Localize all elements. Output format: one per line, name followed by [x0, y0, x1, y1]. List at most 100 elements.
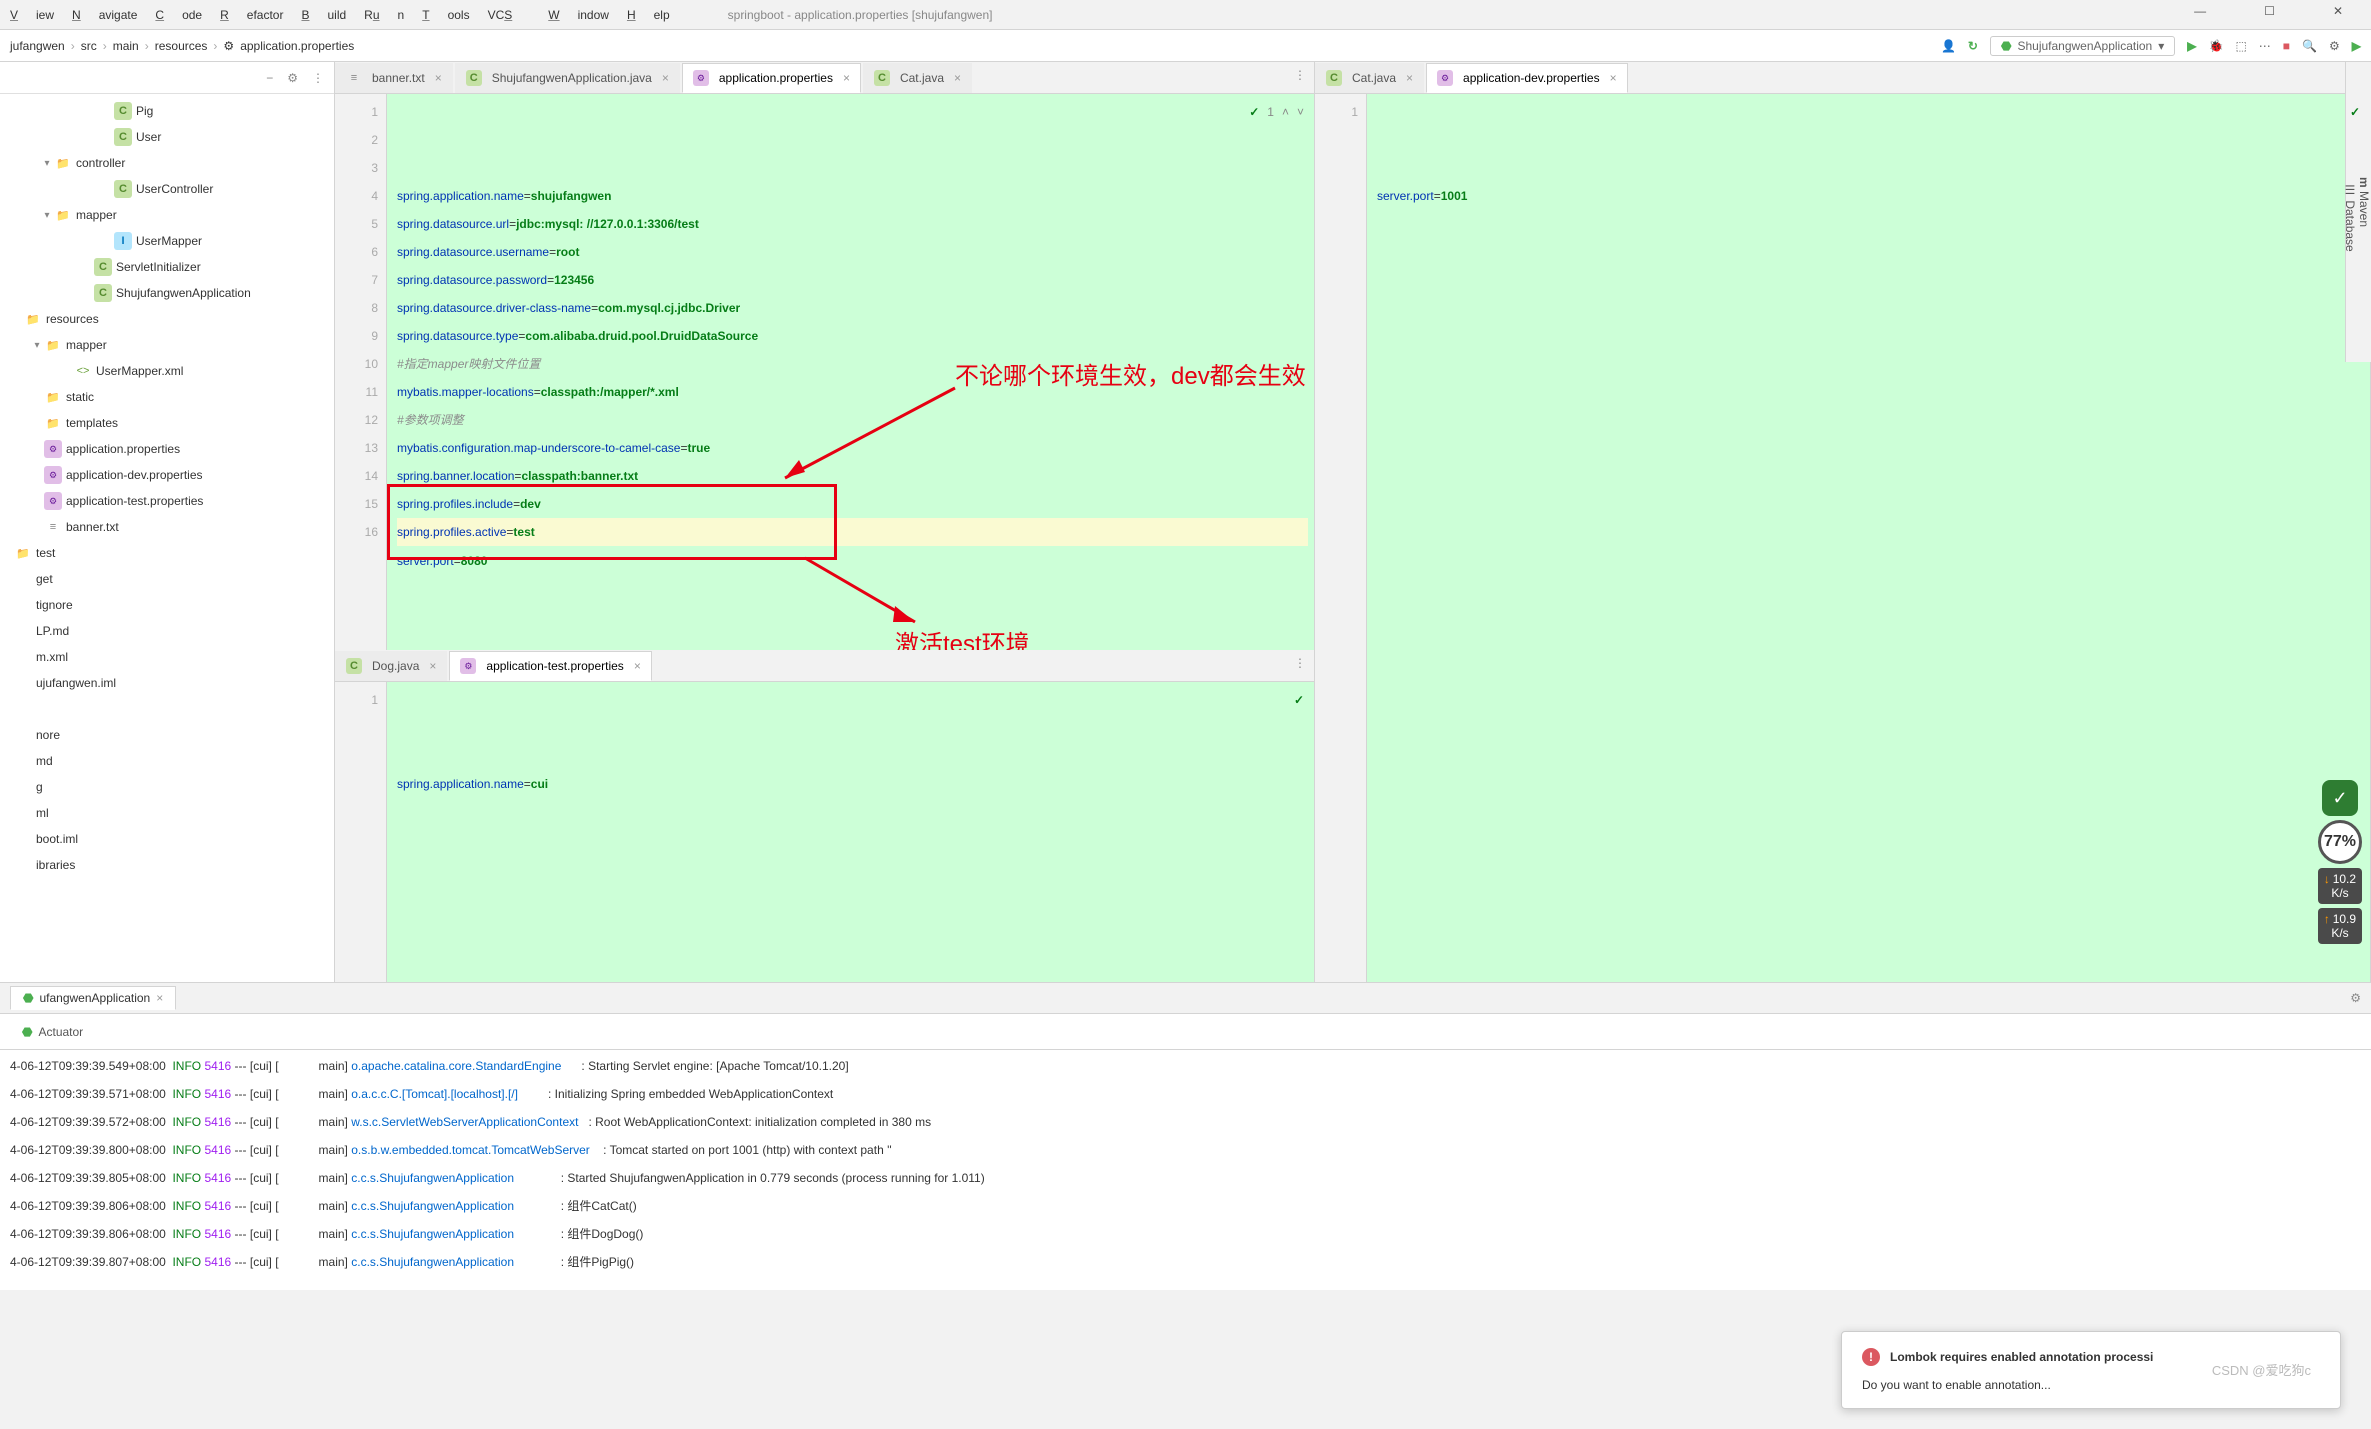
editor-tab[interactable]: ≡banner.txt×: [335, 63, 453, 93]
console-output[interactable]: 4-06-12T09:39:39.549+08:00 INFO 5416 ---…: [0, 1050, 2371, 1290]
side-performance-widget: ✓ 77% ↓ 10.2K/s ↑ 10.9K/s: [2315, 780, 2365, 944]
tree-item[interactable]: LP.md: [0, 618, 334, 644]
menu-navigate[interactable]: Navigate: [72, 8, 137, 22]
menu-tools[interactable]: Tools: [422, 8, 469, 22]
tree-item[interactable]: CServletInitializer: [0, 254, 334, 280]
tree-item[interactable]: [0, 696, 334, 722]
menubar: View Navigate Code Refactor Build Run To…: [0, 0, 2371, 30]
tree-item[interactable]: 📁resources: [0, 306, 334, 332]
tree-item[interactable]: nore: [0, 722, 334, 748]
menu-window[interactable]: Window: [548, 8, 609, 22]
editor-tabs-bottom-left: CDog.java×⚙application-test.properties× ⋮: [335, 650, 1314, 682]
actuator-tab[interactable]: ⬣ Actuator: [10, 1021, 95, 1043]
tree-item[interactable]: IUserMapper: [0, 228, 334, 254]
tree-item[interactable]: ▾📁controller: [0, 150, 334, 176]
tree-item[interactable]: ⚙application-dev.properties: [0, 462, 334, 488]
code-editor-main[interactable]: ✓ 1 ˄ ˅ spring.application.name=shujufan…: [387, 94, 1314, 650]
editor-tab[interactable]: ⚙application-dev.properties×: [1426, 63, 1628, 93]
code-gutter[interactable]: 1: [335, 682, 387, 982]
prev-problem-icon[interactable]: ˄: [1282, 98, 1289, 126]
tree-item[interactable]: CPig: [0, 98, 334, 124]
tree-item[interactable]: boot.iml: [0, 826, 334, 852]
check-icon: ✓: [2350, 98, 2360, 126]
tree-item[interactable]: ⚙application.properties: [0, 436, 334, 462]
code-gutter[interactable]: 12345678910111213141516: [335, 94, 387, 650]
project-tree[interactable]: CPigCUser▾📁controllerCUserController▾📁ma…: [0, 94, 334, 882]
tree-item[interactable]: ⚙application-test.properties: [0, 488, 334, 514]
tree-item[interactable]: 📁test: [0, 540, 334, 566]
collapse-icon[interactable]: −: [266, 71, 273, 85]
tree-item[interactable]: ml: [0, 800, 334, 826]
menu-refactor[interactable]: Refactor: [220, 8, 283, 22]
code-editor-bottom[interactable]: ✓ spring.application.name=cui: [387, 682, 1314, 982]
tree-item[interactable]: md: [0, 748, 334, 774]
menu-run[interactable]: Run: [364, 8, 404, 22]
breadcrumb-item[interactable]: jufangwen: [10, 39, 65, 53]
menu-build[interactable]: Build: [301, 8, 346, 22]
menu-code[interactable]: Code: [155, 8, 202, 22]
build-icon[interactable]: ↻: [1968, 39, 1978, 53]
tree-item[interactable]: g: [0, 774, 334, 800]
editor-tab[interactable]: CCat.java×: [1315, 63, 1424, 93]
performance-score[interactable]: 77%: [2318, 820, 2362, 864]
menu-vcs[interactable]: VCS: [488, 8, 531, 22]
code-gutter[interactable]: 1: [1315, 94, 1367, 982]
code-editor-right[interactable]: ✓ server.port=1001: [1367, 94, 2370, 982]
gear-icon[interactable]: ⚙: [287, 71, 298, 85]
breadcrumb[interactable]: jufangwen› src› main› resources› ⚙ appli…: [10, 39, 354, 53]
tab-menu-icon[interactable]: ⋮: [1294, 68, 1306, 82]
chevron-down-icon: ▾: [2158, 39, 2164, 53]
window-minimize[interactable]: —: [2194, 4, 2206, 18]
breadcrumb-item[interactable]: application.properties: [240, 39, 354, 53]
tree-item[interactable]: CUserController: [0, 176, 334, 202]
inspection-status[interactable]: ✓ 1 ˄ ˅: [1249, 98, 1304, 126]
next-problem-icon[interactable]: ˅: [1297, 98, 1304, 126]
menu-view[interactable]: View: [10, 8, 54, 22]
settings-icon[interactable]: ⚙: [2329, 39, 2340, 53]
editor-tab[interactable]: CShujufangwenApplication.java×: [455, 63, 680, 93]
run-button-icon[interactable]: ▶: [2187, 39, 2196, 53]
project-tool-window: − ⚙ ⋮ CPigCUser▾📁controllerCUserControll…: [0, 62, 335, 982]
run-config-dropdown[interactable]: ⬣ ShujufangwenApplication ▾: [1990, 36, 2175, 56]
check-icon: ✓: [1294, 686, 1304, 714]
tree-item[interactable]: ujufangwen.iml: [0, 670, 334, 696]
breadcrumb-item[interactable]: main: [113, 39, 139, 53]
tree-item[interactable]: ▾📁mapper: [0, 202, 334, 228]
tree-item[interactable]: m.xml: [0, 644, 334, 670]
tree-item[interactable]: ▾📁mapper: [0, 332, 334, 358]
breadcrumb-item[interactable]: src: [81, 39, 97, 53]
tree-item[interactable]: get: [0, 566, 334, 592]
tree-item[interactable]: 📁static: [0, 384, 334, 410]
coverage-icon[interactable]: ⬚: [2235, 39, 2246, 53]
search-icon[interactable]: 🔍: [2302, 39, 2317, 53]
menu-help[interactable]: Help: [627, 8, 670, 22]
tree-item[interactable]: ≡banner.txt: [0, 514, 334, 540]
editor-tabs-top-left: ≡banner.txt×CShujufangwenApplication.jav…: [335, 62, 1314, 94]
run-tab[interactable]: ⬣ ufangwenApplication ×: [10, 986, 176, 1010]
user-icon[interactable]: 👤: [1941, 39, 1956, 53]
tree-item[interactable]: 📁templates: [0, 410, 334, 436]
close-icon[interactable]: ×: [156, 991, 163, 1005]
window-close[interactable]: ✕: [2333, 4, 2343, 18]
editor-tab[interactable]: CDog.java×: [335, 651, 447, 681]
run-config-label: ShujufangwenApplication: [2017, 39, 2152, 53]
stop-button-icon[interactable]: ■: [2283, 39, 2290, 53]
run-tab-bar: ⬣ ufangwenApplication × ⚙: [0, 982, 2371, 1014]
tree-item[interactable]: tignore: [0, 592, 334, 618]
debug-button-icon[interactable]: 🐞: [2209, 39, 2224, 53]
tab-menu-icon[interactable]: ⋮: [1294, 656, 1306, 670]
run-anything-icon[interactable]: ▶: [2352, 39, 2361, 53]
breadcrumb-item[interactable]: resources: [155, 39, 208, 53]
more-icon[interactable]: ⋮: [312, 71, 324, 85]
editor-tab[interactable]: ⚙application.properties×: [682, 63, 861, 93]
profile-icon[interactable]: ⋯: [2259, 39, 2271, 53]
editor-tab[interactable]: ⚙application-test.properties×: [449, 651, 651, 681]
window-maximize[interactable]: ☐: [2264, 4, 2275, 18]
tree-item[interactable]: CUser: [0, 124, 334, 150]
gear-icon[interactable]: ⚙: [2350, 991, 2361, 1005]
tree-item[interactable]: CShujufangwenApplication: [0, 280, 334, 306]
shield-icon[interactable]: ✓: [2322, 780, 2358, 816]
tree-item[interactable]: ibraries: [0, 852, 334, 878]
tree-item[interactable]: <>UserMapper.xml: [0, 358, 334, 384]
editor-tab[interactable]: CCat.java×: [863, 63, 972, 93]
